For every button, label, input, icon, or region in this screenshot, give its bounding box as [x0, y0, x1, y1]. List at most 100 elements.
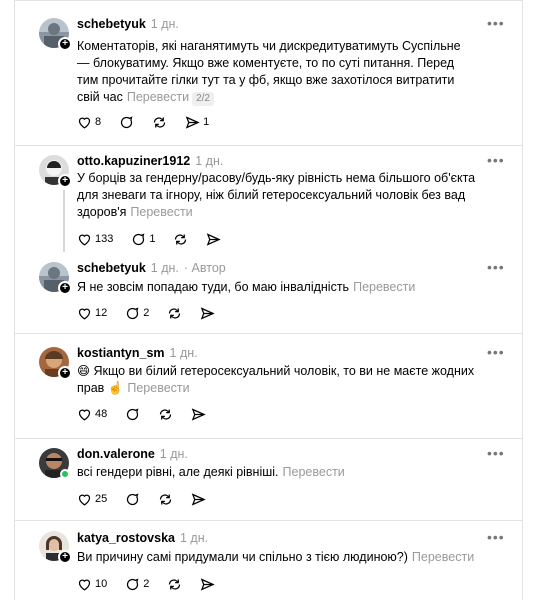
send-icon	[201, 577, 216, 591]
action-bar: 48	[77, 406, 224, 422]
username[interactable]: schebetyuk	[77, 17, 146, 31]
avatar[interactable]	[39, 448, 70, 479]
timestamp[interactable]: 1 дн.	[170, 346, 198, 360]
post-text: У борців за гендерну/расову/будь-яку рів…	[77, 170, 487, 221]
timestamp[interactable]: 1 дн.	[160, 447, 188, 461]
heart-icon	[78, 579, 91, 591]
more-options-icon[interactable]: •••	[487, 529, 505, 545]
username[interactable]: don.valerone	[77, 447, 155, 461]
more-options-icon[interactable]: •••	[487, 445, 505, 461]
comment-icon	[127, 306, 139, 319]
timestamp[interactable]: 1 дн.	[151, 261, 179, 275]
comment-icon	[133, 232, 145, 245]
share-button[interactable]	[191, 407, 206, 422]
username[interactable]: schebetyuk	[77, 261, 146, 275]
like-button[interactable]: 12	[77, 306, 107, 321]
post-header: kostiantyn_sm 1 дн.	[77, 346, 198, 360]
translate-link[interactable]: Перевести	[127, 381, 189, 395]
repost-icon	[160, 408, 172, 420]
more-options-icon[interactable]: •••	[487, 15, 505, 31]
action-bar: 12 2	[77, 305, 233, 321]
post-text: всі гендери рівні, але деякі рівніші. Пер…	[77, 464, 497, 481]
like-button[interactable]: 133	[77, 232, 113, 247]
translate-link[interactable]: Перевести	[412, 550, 474, 564]
timestamp[interactable]: 1 дн.	[151, 17, 179, 31]
repost-button[interactable]	[158, 407, 173, 422]
heart-icon	[78, 117, 91, 129]
post-header: schebetyuk 1 дн.	[77, 17, 179, 31]
send-icon	[207, 232, 222, 246]
translate-link[interactable]: Перевести	[127, 90, 189, 104]
like-count: 133	[95, 233, 114, 245]
post-text: Ви причину самі придумали чи спільно з т…	[77, 549, 497, 566]
repost-button[interactable]	[167, 306, 182, 321]
share-button[interactable]	[206, 232, 222, 247]
more-options-icon[interactable]: •••	[487, 344, 505, 360]
reply-button[interactable]	[125, 492, 140, 507]
like-count: 10	[95, 578, 108, 590]
post-header: katya_rostovska 1 дн.	[77, 531, 208, 545]
action-bar: 10 2	[77, 576, 233, 592]
username[interactable]: kostiantyn_sm	[77, 346, 165, 360]
follow-plus-icon[interactable]: +	[58, 174, 72, 188]
more-options-icon[interactable]: •••	[487, 259, 505, 275]
reply-button[interactable]: 1	[131, 232, 155, 247]
like-button[interactable]: 25	[77, 492, 107, 507]
share-button[interactable]: 1	[185, 115, 209, 130]
share-button[interactable]	[200, 577, 216, 592]
repost-button[interactable]	[173, 232, 188, 247]
follow-plus-icon[interactable]: +	[58, 37, 72, 51]
repost-button[interactable]	[152, 115, 167, 130]
post-content: Ви причину самі придумали чи спільно з т…	[77, 550, 408, 564]
send-icon	[192, 407, 206, 421]
heart-icon	[78, 234, 91, 246]
like-count: 8	[95, 116, 102, 128]
share-button[interactable]	[200, 306, 216, 321]
share-button[interactable]	[191, 492, 206, 507]
avatar[interactable]: +	[39, 347, 72, 380]
like-count: 25	[95, 493, 108, 505]
send-icon	[185, 115, 200, 129]
send-icon	[192, 492, 206, 506]
avatar[interactable]: +	[39, 155, 72, 188]
avatar[interactable]: +	[39, 262, 72, 295]
follow-plus-icon[interactable]: +	[58, 550, 72, 564]
repost-button[interactable]	[158, 492, 173, 507]
like-count: 48	[95, 408, 108, 420]
thread-line	[63, 190, 65, 252]
follow-plus-icon[interactable]: +	[58, 366, 72, 380]
share-count: 1	[203, 116, 210, 128]
post-header: otto.kapuziner1912 1 дн.	[77, 154, 223, 168]
comment-icon	[127, 492, 139, 505]
reply-button[interactable]	[119, 115, 134, 130]
repost-icon	[160, 493, 172, 505]
translate-link[interactable]: Перевести	[353, 280, 415, 294]
send-icon	[201, 306, 216, 320]
timestamp[interactable]: 1 дн.	[180, 531, 208, 545]
avatar[interactable]: +	[39, 18, 72, 51]
avatar[interactable]: +	[39, 531, 72, 564]
heart-icon	[78, 494, 91, 506]
more-options-icon[interactable]: •••	[487, 152, 505, 168]
repost-button[interactable]	[167, 577, 182, 592]
like-button[interactable]: 48	[77, 407, 107, 422]
translate-link[interactable]: Перевести	[130, 205, 192, 219]
post-text: 😄 Якщо ви білий гетеросексуальний чолові…	[77, 363, 497, 397]
reply-button[interactable]	[125, 407, 140, 422]
timestamp[interactable]: 1 дн.	[195, 154, 223, 168]
like-button[interactable]: 8	[77, 115, 101, 130]
post-text: Коментаторів, які наганятимуть чи дискре…	[77, 38, 467, 106]
username[interactable]: katya_rostovska	[77, 531, 175, 545]
comment-icon	[127, 407, 139, 420]
post-text: Я не зовсім попадаю туди, бо маю інвалід…	[77, 279, 497, 296]
reply-button[interactable]: 2	[125, 577, 149, 592]
post-content: Я не зовсім попадаю туди, бо маю інвалід…	[77, 280, 350, 294]
like-button[interactable]: 10	[77, 577, 107, 592]
post-content: всі гендери рівні, але деякі рівніші.	[77, 465, 279, 479]
translate-link[interactable]: Перевести	[283, 465, 345, 479]
reply-button[interactable]: 2	[125, 306, 149, 321]
repost-icon	[153, 116, 166, 128]
reply-count: 2	[143, 307, 150, 319]
username[interactable]: otto.kapuziner1912	[77, 154, 190, 168]
follow-plus-icon[interactable]: +	[58, 281, 72, 295]
